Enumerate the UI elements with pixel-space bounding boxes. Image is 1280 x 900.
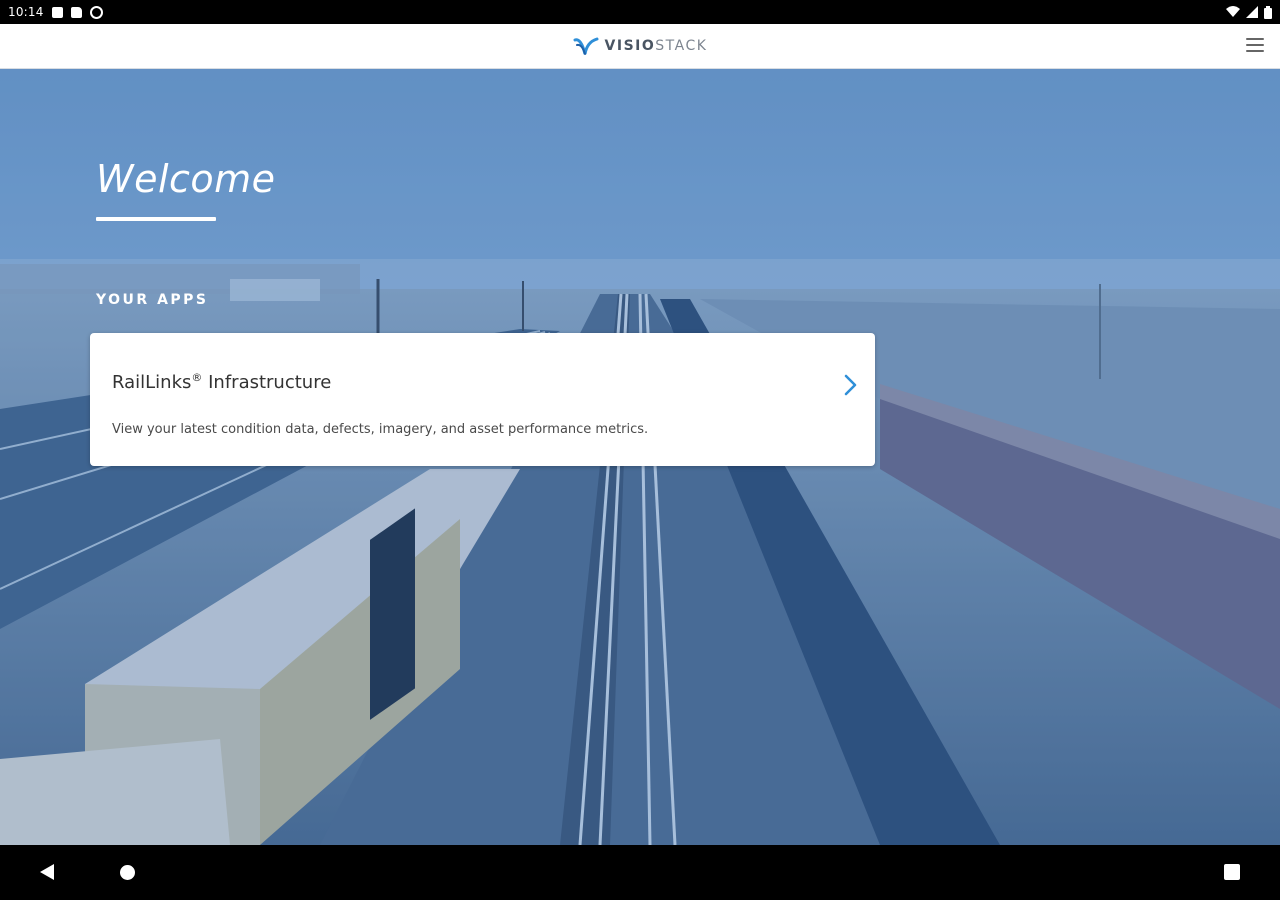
notification-icon xyxy=(51,6,63,18)
status-time: 10:14 xyxy=(8,5,44,19)
app-card-description: View your latest condition data, defects… xyxy=(112,422,649,437)
app-card-title-name: RailLinks xyxy=(112,372,192,393)
registered-mark: ® xyxy=(191,371,203,384)
brand-name: VISIOSTACK xyxy=(605,38,708,54)
home-icon[interactable] xyxy=(120,865,135,880)
brand-name-part2: STACK xyxy=(655,38,708,54)
welcome-heading: Welcome xyxy=(96,157,276,201)
battery-icon xyxy=(1264,5,1272,19)
app-card-raillinks[interactable]: RailLinks® Infrastructure View your late… xyxy=(90,333,875,466)
signal-icon xyxy=(1246,6,1258,18)
app-header: VISIOSTACK xyxy=(0,24,1280,69)
recents-icon[interactable] xyxy=(1224,864,1240,880)
welcome-underline xyxy=(96,217,216,221)
back-icon[interactable] xyxy=(40,864,54,880)
hero-section: Welcome YOUR APPS RailLinks® Infrastruct… xyxy=(0,69,1280,845)
system-nav-bar xyxy=(0,845,1280,900)
app-card-title-suffix: Infrastructure xyxy=(202,372,332,393)
no-disturb-icon xyxy=(89,5,103,19)
brand-name-part1: VISIO xyxy=(604,38,656,54)
chevron-right-icon[interactable] xyxy=(843,373,859,397)
your-apps-label: YOUR APPS xyxy=(96,292,209,308)
sd-card-icon xyxy=(70,6,82,18)
status-bar: 10:14 xyxy=(0,0,1280,24)
brand-logo[interactable]: VISIOSTACK xyxy=(573,36,708,56)
visiostack-logo-icon xyxy=(573,37,599,55)
hamburger-menu-icon[interactable] xyxy=(1246,38,1264,52)
app-card-title: RailLinks® Infrastructure xyxy=(112,371,331,393)
wifi-icon xyxy=(1226,6,1240,17)
